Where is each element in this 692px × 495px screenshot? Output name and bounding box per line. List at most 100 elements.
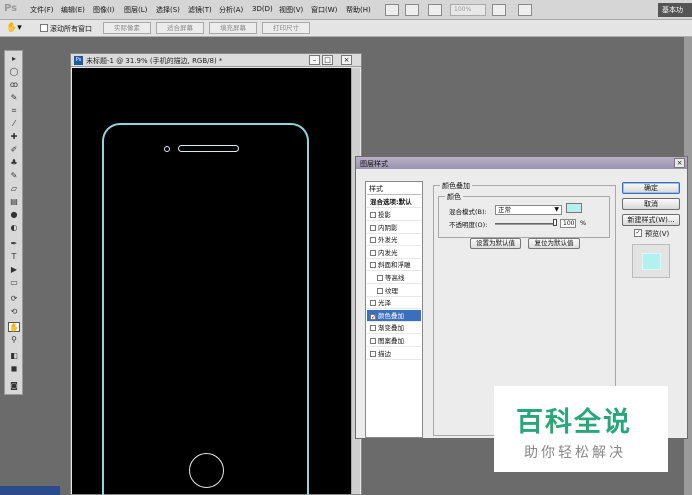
effect-checkbox[interactable] (370, 338, 376, 344)
quick-select-icon[interactable]: ✎ (8, 93, 20, 103)
effect-item[interactable]: 光泽 (367, 297, 421, 310)
minimize-button[interactable]: – (309, 55, 320, 65)
menu-window[interactable]: 窗口(W) (311, 5, 337, 15)
scroll-all-checkbox[interactable] (40, 24, 48, 32)
menu-select[interactable]: 选择(S) (156, 5, 180, 15)
bridge-icon[interactable] (385, 4, 399, 16)
effect-item[interactable]: 图案叠加 (367, 335, 421, 347)
effect-item[interactable]: 纹理 (367, 285, 421, 297)
path-select-icon[interactable]: ▶ (8, 265, 20, 275)
opacity-unit: % (580, 219, 587, 227)
preview-checkbox[interactable]: ✓ (634, 229, 642, 237)
fit-screen-button[interactable]: 适合屏幕 (156, 22, 204, 34)
foreground-color-icon[interactable]: ◼ (8, 364, 20, 374)
effect-checkbox[interactable] (370, 249, 376, 256)
screen-mode-icon[interactable] (518, 4, 532, 16)
effect-item[interactable]: 内阴影 (367, 222, 421, 234)
gradient-tool-icon[interactable]: ▤ (8, 197, 20, 207)
quick-mask-icon[interactable]: ◙ (8, 381, 20, 391)
effect-label: 光泽 (378, 299, 391, 308)
effect-checkbox[interactable] (370, 237, 376, 244)
effect-item[interactable]: 斜面和浮雕 (367, 259, 421, 272)
overlay-color-swatch[interactable] (566, 203, 582, 213)
preview-label: 预览(V) (645, 230, 670, 238)
menu-layer[interactable]: 图层(L) (124, 5, 147, 15)
zoom-level[interactable]: 100% (450, 4, 486, 16)
effect-item[interactable]: 内发光 (367, 247, 421, 259)
hand-tool-icon[interactable]: ✋▾ (6, 22, 26, 35)
effect-item[interactable]: 外发光 (367, 234, 421, 247)
effect-checkbox[interactable] (370, 262, 376, 269)
history-brush-icon[interactable]: ✎ (8, 171, 20, 181)
menu-3d[interactable]: 3D(D) (252, 5, 273, 13)
dodge-tool-icon[interactable]: ◐ (8, 223, 20, 233)
shape-tool-icon[interactable]: ▭ (8, 278, 20, 288)
opacity-input[interactable]: 100 (560, 219, 576, 228)
watermark: 百科全说 助你轻松解决 (494, 386, 668, 472)
effect-checkbox[interactable] (377, 275, 383, 281)
effect-checkbox[interactable] (370, 300, 376, 307)
effect-item[interactable]: 渐变叠加 (367, 322, 421, 335)
effect-checkbox[interactable] (370, 325, 376, 332)
fill-screen-button[interactable]: 填充屏幕 (209, 22, 257, 34)
set-default-button[interactable]: 设置为默认值 (470, 238, 521, 249)
opacity-slider[interactable] (495, 223, 555, 225)
watermark-title: 百科全说 (516, 407, 632, 438)
crop-tool-icon[interactable]: ⌗ (8, 106, 20, 116)
brush-tool-icon[interactable]: ✐ (8, 145, 20, 155)
healing-brush-icon[interactable]: ✚ (8, 132, 20, 142)
dialog-close-button[interactable]: × (674, 158, 685, 168)
stamp-tool-icon[interactable]: ♣ (8, 158, 20, 168)
effect-label: 外发光 (378, 236, 398, 245)
type-tool-icon[interactable]: T (8, 252, 20, 262)
hand-tool-icon[interactable]: ✋ (8, 322, 20, 332)
menu-edit[interactable]: 编辑(E) (61, 5, 85, 15)
cancel-button[interactable]: 取消 (622, 198, 680, 210)
reset-default-button[interactable]: 复位为默认值 (528, 238, 580, 249)
blend-mode-select[interactable]: 正常 ▼ (495, 205, 562, 215)
opacity-slider-thumb[interactable] (553, 219, 557, 226)
3d-orbit-icon[interactable]: ⟲ (8, 307, 20, 317)
effect-item[interactable]: 投影 (367, 209, 421, 221)
menu-file[interactable]: 文件(F) (30, 5, 54, 15)
maximize-button[interactable]: □ (322, 55, 333, 65)
taskbar[interactable] (0, 486, 60, 495)
styles-header[interactable]: 样式 (367, 183, 421, 195)
effect-checkbox[interactable] (370, 224, 376, 231)
extras-icon[interactable] (428, 4, 442, 16)
marquee-tool-icon[interactable]: ◯ (8, 67, 20, 77)
minibridge-icon[interactable] (405, 4, 419, 16)
move-tool-icon[interactable]: ▸ (8, 54, 20, 64)
print-size-button[interactable]: 打印尺寸 (262, 22, 310, 34)
close-button[interactable]: × (341, 55, 352, 65)
menu-image[interactable]: 图像(I) (93, 5, 115, 15)
blend-options-item[interactable]: 混合选项:默认 (367, 196, 421, 208)
effect-item[interactable]: 颜色叠加 (367, 309, 421, 322)
eyedropper-icon[interactable]: ⁄ (8, 119, 20, 129)
menu-filter[interactable]: 滤镜(T) (188, 5, 212, 15)
ok-button[interactable]: 确定 (622, 182, 680, 194)
eraser-tool-icon[interactable]: ▱ (8, 184, 20, 194)
default-colors-icon[interactable]: ◧ (8, 351, 20, 361)
menu-analysis[interactable]: 分析(A) (219, 5, 243, 15)
new-style-button[interactable]: 新建样式(W)... (622, 214, 680, 226)
menu-view[interactable]: 视图(V) (279, 5, 303, 15)
effect-checkbox[interactable] (370, 212, 376, 218)
3d-rotate-icon[interactable]: ⟳ (8, 294, 20, 304)
menu-help[interactable]: 帮助(H) (346, 5, 371, 15)
arrange-icon[interactable] (492, 4, 506, 16)
lasso-tool-icon[interactable]: ꝏ (8, 80, 20, 90)
blur-tool-icon[interactable]: ● (8, 210, 20, 220)
effect-checkbox[interactable] (370, 313, 376, 320)
dialog-titlebar[interactable]: 图层样式 × (356, 157, 687, 169)
actual-pixels-button[interactable]: 实际像素 (103, 22, 151, 34)
zoom-tool-icon[interactable]: ⚲ (8, 335, 20, 345)
document-titlebar[interactable]: Ps 未标题-1 @ 31.9% (手机的描边, RGB/8) * – □ × (71, 54, 361, 67)
pen-tool-icon[interactable]: ✒ (8, 239, 20, 249)
effect-item[interactable]: 等高线 (367, 272, 421, 284)
canvas[interactable] (72, 68, 351, 495)
workspace-switcher[interactable]: 基本功 (658, 3, 692, 17)
effect-item[interactable]: 描边 (367, 348, 421, 360)
effect-checkbox[interactable] (377, 287, 383, 294)
effect-checkbox[interactable] (370, 350, 376, 357)
